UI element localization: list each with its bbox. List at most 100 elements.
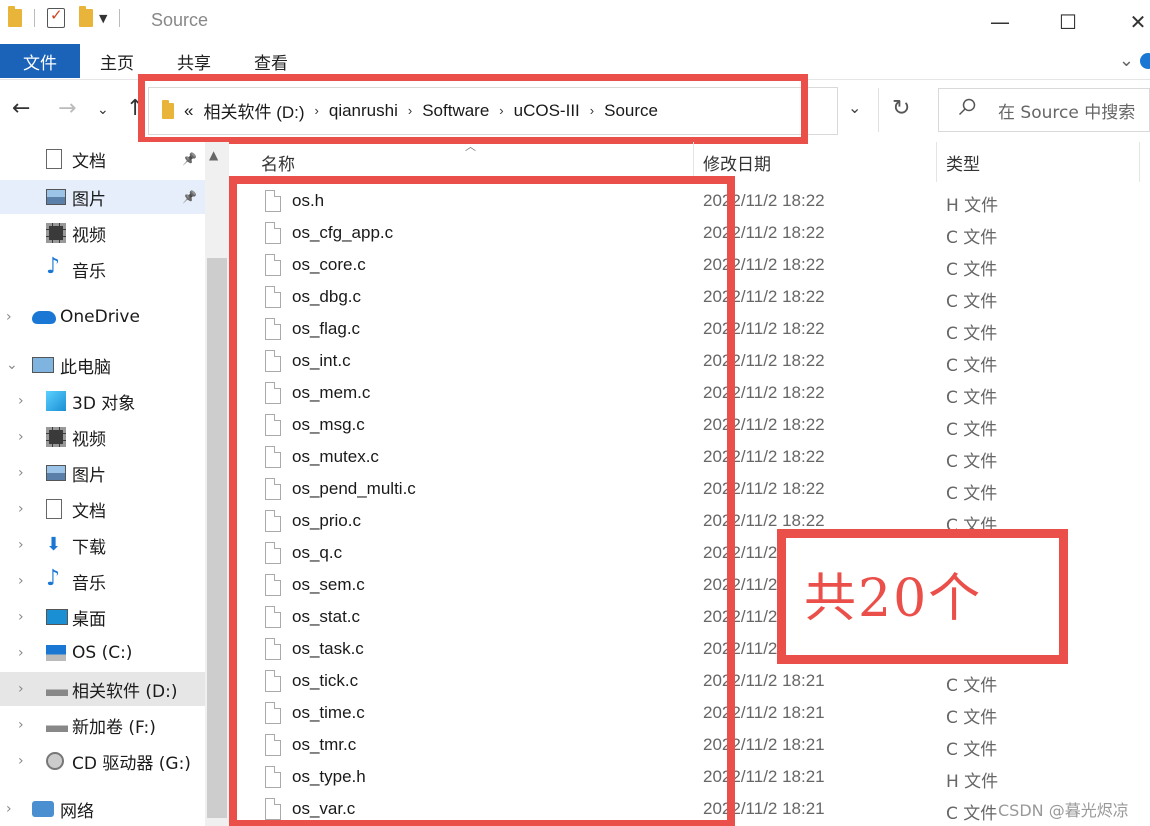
chevron-right-icon[interactable]: › (18, 429, 24, 445)
help-icon[interactable] (1140, 53, 1150, 69)
chevron-right-icon[interactable]: › (6, 801, 12, 817)
column-divider[interactable] (1139, 142, 1140, 182)
sidebar-item-label: 音乐 (72, 261, 106, 282)
documents-icon (46, 149, 62, 169)
tab-home[interactable]: 主页 (97, 44, 137, 78)
sidebar-item[interactable]: ⌄ 此电脑 (0, 348, 205, 382)
sidebar-item[interactable]: › OS (C:) (0, 636, 205, 670)
file-type: H 文件 (946, 196, 999, 216)
3d-objects-icon (46, 391, 66, 411)
sidebar-item-label: 视频 (72, 225, 106, 246)
pin-icon[interactable]: 📌 (182, 190, 197, 204)
drive-d-icon (46, 682, 68, 696)
sidebar-item[interactable]: 图片 📌 (0, 180, 205, 214)
recent-locations-icon[interactable]: ⌄ (97, 102, 109, 118)
videos-icon (46, 427, 66, 447)
sidebar-item-label: OS (C:) (72, 643, 133, 663)
chevron-right-icon[interactable]: › (18, 717, 24, 733)
file-type: C 文件 (946, 228, 998, 248)
sidebar-item-label: 下载 (72, 537, 106, 558)
maximize-button[interactable]: ☐ (1048, 8, 1088, 36)
sidebar-item[interactable]: › 视频 (0, 420, 205, 454)
navigation-pane: 文档 📌 图片 📌 视频 ♪ 音乐 › OneDrive ⌄ 此电脑 › 3D 对象 › 视频 › 图片 › 文档 ›… (0, 142, 205, 826)
chevron-right-icon[interactable]: › (18, 501, 24, 517)
scrollbar-thumb[interactable] (207, 258, 227, 818)
sidebar-item[interactable]: 视频 (0, 216, 205, 250)
back-icon[interactable]: ← (12, 96, 30, 121)
search-placeholder: 在 Source 中搜索 (998, 103, 1136, 123)
window-title: Source (151, 10, 209, 30)
column-header-type[interactable]: 类型 (946, 142, 980, 182)
sidebar-item[interactable]: › 网络 (0, 792, 205, 826)
videos-icon (46, 223, 66, 243)
properties-icon[interactable] (47, 6, 65, 28)
file-type: C 文件 (946, 420, 998, 440)
cd-drive-icon (46, 752, 64, 770)
network-icon (32, 801, 54, 817)
sidebar-item[interactable]: › ♪ 音乐 (0, 564, 205, 598)
new-folder-icon[interactable] (79, 6, 93, 27)
sidebar-item-label: 文档 (72, 501, 106, 522)
tab-file[interactable]: 文件 (0, 44, 80, 78)
file-type: C 文件 (946, 484, 998, 504)
sidebar-item-label: 此电脑 (60, 357, 111, 378)
minimize-button[interactable]: — (980, 8, 1020, 36)
sidebar-item[interactable]: › OneDrive (0, 300, 205, 334)
file-type: C 文件 (946, 388, 998, 408)
desktop-icon (46, 609, 68, 625)
file-list-highlight-box (229, 176, 735, 826)
chevron-right-icon[interactable]: › (18, 573, 24, 589)
chevron-right-icon[interactable]: › (18, 753, 24, 769)
pin-icon[interactable]: 📌 (182, 152, 197, 166)
customize-toolbar-icon[interactable]: ▼ (99, 12, 107, 25)
pictures-icon (46, 465, 66, 481)
folder-icon (8, 6, 22, 27)
sort-indicator-icon: ︿ (465, 140, 476, 153)
sidebar-item[interactable]: › 3D 对象 (0, 384, 205, 418)
sidebar-item[interactable]: › CD 驱动器 (G:) (0, 744, 205, 778)
file-type: H 文件 (946, 772, 999, 792)
this-pc-icon (32, 357, 54, 373)
sidebar-item-label: 视频 (72, 429, 106, 450)
search-icon (958, 98, 976, 116)
sidebar-item-label: 相关软件 (D:) (72, 681, 178, 702)
tab-view[interactable]: 查看 (251, 44, 291, 78)
file-type: C 文件 (946, 740, 998, 760)
count-annotation: 共20个 (804, 569, 983, 629)
sidebar-item-label: 音乐 (72, 573, 106, 594)
chevron-right-icon[interactable]: › (18, 393, 24, 409)
sidebar-item[interactable]: › 相关软件 (D:) (0, 672, 205, 706)
sidebar-item-label: 网络 (60, 801, 94, 822)
address-history-icon[interactable]: ⌄ (848, 98, 861, 117)
sidebar-item-label: OneDrive (60, 307, 140, 327)
drive-c-icon (46, 645, 66, 661)
expand-ribbon-icon[interactable]: ⌄ (1119, 50, 1134, 71)
chevron-right-icon[interactable]: › (18, 465, 24, 481)
address-highlight-box (138, 74, 808, 144)
sidebar-item[interactable]: 文档 📌 (0, 142, 205, 176)
column-divider[interactable] (936, 142, 937, 182)
toolbar-divider (119, 9, 121, 27)
sidebar-item[interactable]: › 新加卷 (F:) (0, 708, 205, 742)
drive-f-icon (46, 718, 68, 732)
chevron-right-icon[interactable]: › (18, 681, 24, 697)
watermark: CSDN @暮光烬凉 (998, 801, 1129, 820)
close-button[interactable]: ✕ (1118, 8, 1150, 36)
sidebar-item[interactable]: › 桌面 (0, 600, 205, 634)
sidebar-item-label: 3D 对象 (72, 393, 136, 414)
scroll-up-icon[interactable]: ▲ (209, 148, 218, 162)
file-type: C 文件 (946, 452, 998, 472)
chevron-down-icon[interactable]: ⌄ (6, 357, 18, 373)
sidebar-item[interactable]: ♪ 音乐 (0, 252, 205, 286)
sidebar-item[interactable]: › 文档 (0, 492, 205, 526)
refresh-icon[interactable]: ↻ (892, 96, 910, 121)
tab-share[interactable]: 共享 (174, 44, 214, 78)
chevron-right-icon[interactable]: › (18, 537, 24, 553)
sidebar-item[interactable]: › ⬇ 下载 (0, 528, 205, 562)
chevron-right-icon[interactable]: › (18, 609, 24, 625)
sidebar-item[interactable]: › 图片 (0, 456, 205, 490)
pictures-icon (46, 189, 66, 205)
forward-icon[interactable]: → (58, 96, 76, 121)
chevron-right-icon[interactable]: › (18, 645, 24, 661)
chevron-right-icon[interactable]: › (6, 309, 12, 325)
